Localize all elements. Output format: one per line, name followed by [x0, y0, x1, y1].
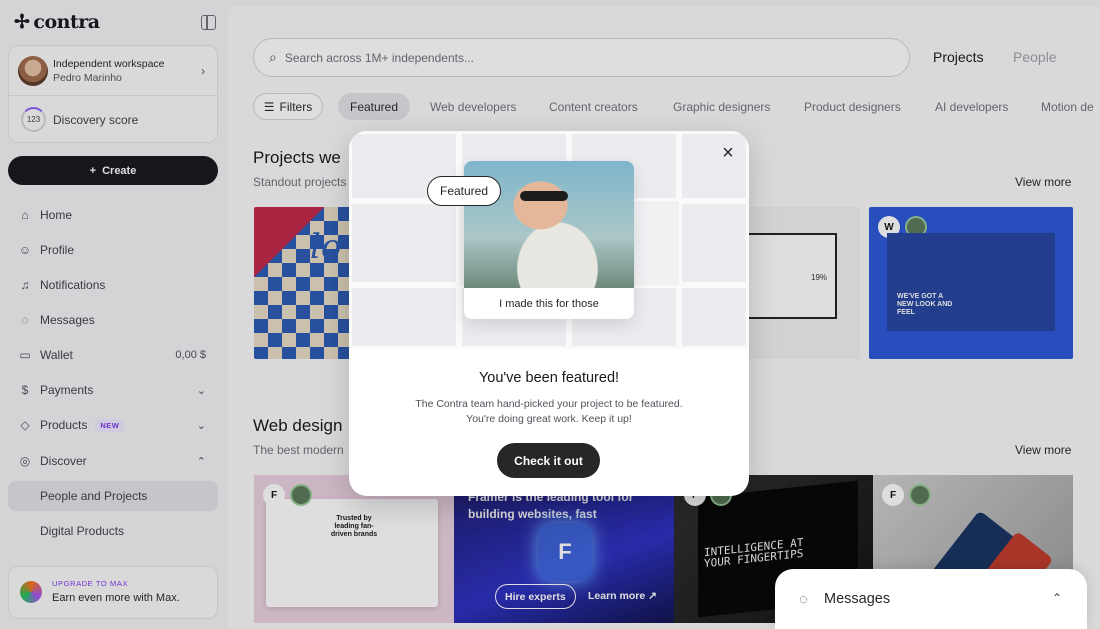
featured-badge: Featured [427, 176, 502, 206]
modal-hero: I made this for those Featured [349, 131, 749, 349]
sunglasses-detail [520, 191, 568, 201]
grid-tile [349, 285, 459, 349]
modal-title: You've been featured! [478, 370, 620, 386]
grid-tile [679, 201, 749, 285]
grid-tile [349, 201, 459, 285]
messages-dock[interactable]: ◌ Messages ⌃ [775, 569, 1087, 629]
chevron-up-icon[interactable]: ⌃ [1052, 591, 1062, 605]
modal-body-line: You're doing great work. Keep it up! [466, 413, 632, 425]
featured-project-caption: I made this for those [499, 297, 599, 310]
grid-tile [679, 285, 749, 349]
modal-body-line: The Contra team hand-picked your project… [415, 398, 683, 410]
grid-tile [679, 131, 749, 201]
close-icon[interactable]: × [718, 143, 738, 163]
messages-dock-label: Messages [824, 591, 891, 607]
check-it-out-button[interactable]: Check it out [497, 443, 600, 478]
featured-modal: I made this for those Featured × You've … [349, 131, 749, 496]
chat-icon: ◌ [799, 591, 808, 608]
modal-body: The Contra team hand-picked your project… [349, 397, 749, 427]
